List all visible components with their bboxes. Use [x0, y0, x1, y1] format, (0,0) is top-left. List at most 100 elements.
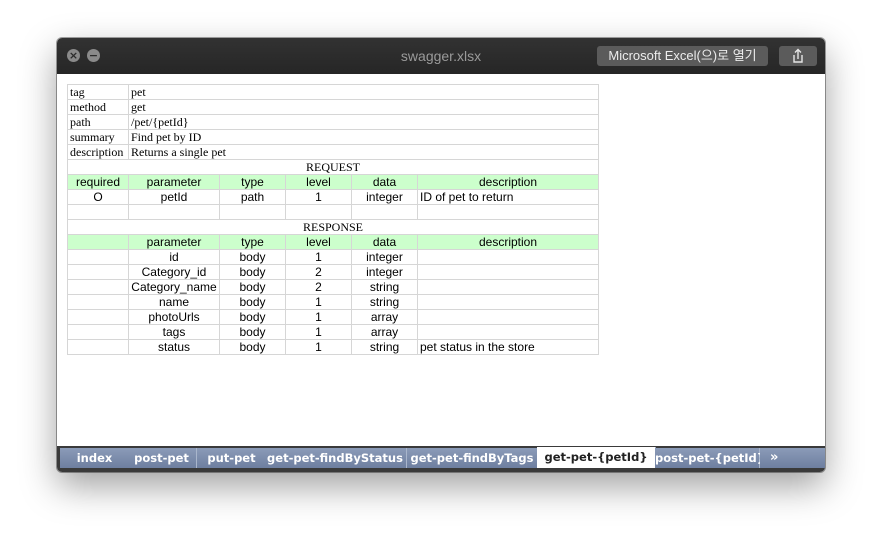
open-in-excel-button[interactable]: Microsoft Excel(으)로 열기: [597, 46, 768, 66]
empty-cell[interactable]: [67, 204, 129, 220]
quicklook-window: × − swagger.xlsx Microsoft Excel(으)로 열기 …: [57, 38, 825, 472]
meta-key-cell[interactable]: description: [67, 144, 129, 160]
meta-value-cell[interactable]: pet: [128, 84, 599, 100]
meta-value-cell[interactable]: Find pet by ID: [128, 129, 599, 145]
table-cell[interactable]: name: [128, 294, 220, 310]
meta-key-cell[interactable]: method: [67, 99, 129, 115]
table-cell[interactable]: [417, 294, 599, 310]
meta-row: tag pet: [67, 84, 599, 100]
table-cell[interactable]: Category_name: [128, 279, 220, 295]
table-cell[interactable]: Category_id: [128, 264, 220, 280]
header-cell[interactable]: description: [417, 234, 599, 250]
sheet-tab[interactable]: get-pet-findByTags: [407, 448, 538, 468]
table-cell[interactable]: 1: [285, 324, 352, 340]
meta-row: path/pet/{petId}: [67, 114, 599, 130]
meta-value-cell[interactable]: /pet/{petId}: [128, 114, 599, 130]
table-cell[interactable]: array: [351, 309, 418, 325]
table-cell[interactable]: 2: [285, 264, 352, 280]
table-cell[interactable]: 1: [285, 294, 352, 310]
table-cell[interactable]: integer: [351, 189, 418, 205]
sheet-tab-bar: index post-pet put-pet get-pet-findByStatus…: [57, 446, 825, 472]
meta-key-cell[interactable]: tag: [67, 84, 129, 100]
sheet-tab[interactable]: post-pet: [127, 448, 197, 468]
meta-row: description Returns a single pet: [67, 144, 599, 160]
table-cell[interactable]: [417, 264, 599, 280]
table-cell[interactable]: string: [351, 279, 418, 295]
meta-key-cell[interactable]: summary: [67, 129, 129, 145]
table-cell[interactable]: 1: [285, 339, 352, 355]
header-cell[interactable]: level: [285, 234, 352, 250]
table-cell[interactable]: 1: [285, 309, 352, 325]
table-cell[interactable]: petId: [128, 189, 220, 205]
table-cell[interactable]: array: [351, 324, 418, 340]
table-cell[interactable]: body: [219, 309, 286, 325]
table-cell[interactable]: integer: [351, 249, 418, 265]
request-title-row: REQUEST: [67, 159, 599, 175]
meta-value-cell[interactable]: Returns a single pet: [128, 144, 599, 160]
empty-row: [67, 204, 599, 220]
table-cell[interactable]: 1: [285, 189, 352, 205]
table-cell[interactable]: [67, 264, 129, 280]
empty-cell[interactable]: [417, 204, 599, 220]
sheet-tab[interactable]: index: [60, 448, 130, 468]
response-title[interactable]: RESPONSE: [67, 219, 599, 235]
table-cell[interactable]: 2: [285, 279, 352, 295]
table-cell[interactable]: 1: [285, 249, 352, 265]
table-cell[interactable]: [417, 279, 599, 295]
share-icon: [793, 48, 803, 63]
header-cell[interactable]: type: [219, 174, 286, 190]
table-cell[interactable]: body: [219, 249, 286, 265]
table-cell[interactable]: body: [219, 339, 286, 355]
table-cell[interactable]: photoUrls: [128, 309, 220, 325]
table-cell[interactable]: string: [351, 294, 418, 310]
table-cell[interactable]: [67, 339, 129, 355]
request-header-row: required parameter type level data descriptio…: [67, 174, 599, 190]
empty-cell[interactable]: [285, 204, 352, 220]
empty-cell[interactable]: [351, 204, 418, 220]
header-cell[interactable]: data: [351, 174, 418, 190]
table-cell[interactable]: O: [67, 189, 129, 205]
table-cell[interactable]: body: [219, 264, 286, 280]
table-cell[interactable]: [67, 249, 129, 265]
sheet-tab[interactable]: get-pet-findByStatus: [264, 448, 407, 468]
meta-value-cell[interactable]: get: [128, 99, 599, 115]
table-cell[interactable]: tags: [128, 324, 220, 340]
table-row: tags body 1 array: [67, 324, 599, 340]
empty-cell[interactable]: [128, 204, 220, 220]
header-cell[interactable]: type: [219, 234, 286, 250]
header-cell[interactable]: parameter: [128, 174, 220, 190]
table-cell[interactable]: [417, 309, 599, 325]
header-cell[interactable]: required: [67, 174, 129, 190]
header-cell[interactable]: level: [285, 174, 352, 190]
header-cell[interactable]: parameter: [128, 234, 220, 250]
table-cell[interactable]: [67, 309, 129, 325]
sheet-tab[interactable]: get-pet-{petId}: [537, 447, 656, 468]
sheet-tab[interactable]: post-pet-{petId}: [655, 448, 765, 468]
share-button[interactable]: [779, 46, 817, 66]
header-cell[interactable]: description: [417, 174, 599, 190]
more-tabs-icon[interactable]: »: [760, 448, 825, 468]
table-cell[interactable]: pet status in the store: [417, 339, 599, 355]
table-cell[interactable]: body: [219, 279, 286, 295]
table-cell[interactable]: integer: [351, 264, 418, 280]
empty-cell[interactable]: [219, 204, 286, 220]
table-cell[interactable]: status: [128, 339, 220, 355]
table-cell[interactable]: [417, 249, 599, 265]
meta-key-cell[interactable]: path: [67, 114, 129, 130]
sheet-tab[interactable]: put-pet: [197, 448, 267, 468]
table-cell[interactable]: body: [219, 324, 286, 340]
table-cell[interactable]: [67, 324, 129, 340]
table-cell[interactable]: [67, 279, 129, 295]
table-cell[interactable]: body: [219, 294, 286, 310]
request-title[interactable]: REQUEST: [67, 159, 599, 175]
table-cell[interactable]: [417, 324, 599, 340]
table-row: Category_id body 2 integer: [67, 264, 599, 280]
table-cell[interactable]: id: [128, 249, 220, 265]
table-cell[interactable]: string: [351, 339, 418, 355]
table-cell[interactable]: ID of pet to return: [417, 189, 599, 205]
title-bar: × − swagger.xlsx Microsoft Excel(으)로 열기: [57, 38, 825, 74]
header-cell[interactable]: data: [351, 234, 418, 250]
table-cell[interactable]: path: [219, 189, 286, 205]
header-cell[interactable]: [67, 234, 129, 250]
table-cell[interactable]: [67, 294, 129, 310]
